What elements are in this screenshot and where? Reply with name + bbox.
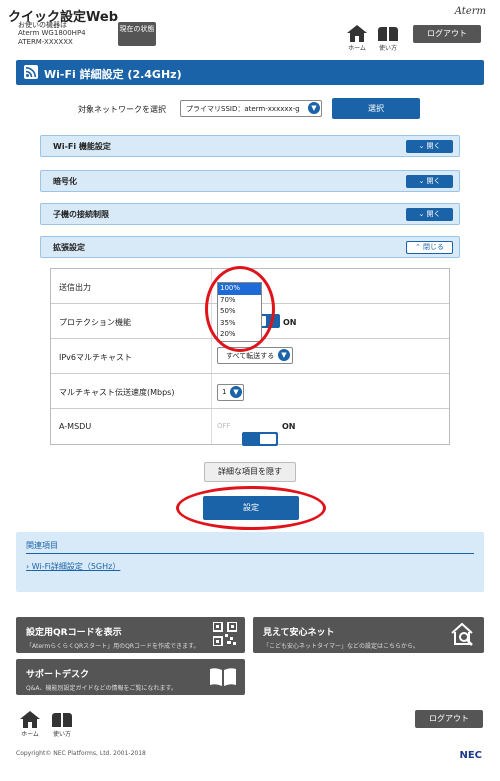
chevron-down-icon: ⌄ (418, 210, 427, 218)
book-icon (378, 25, 398, 42)
related-title: 関連項目 (26, 541, 58, 550)
page-title: Wi-Fi 詳細設定 (2.4GHz) (44, 68, 182, 81)
accordion-label: 子機の接続制限 (53, 210, 109, 219)
network-select-value: プライマリSSID：aterm-xxxxxx-g (186, 105, 300, 113)
accordion-label: 拡張設定 (53, 243, 85, 252)
chevron-down-icon: ▼ (230, 386, 242, 398)
open-button-label: 開く (426, 210, 441, 218)
accordion-label: Wi-Fi 機能設定 (53, 142, 111, 151)
logout-button[interactable]: ログアウト (413, 25, 481, 43)
related-link-5ghz[interactable]: › Wi-Fi詳細設定（5GHz） (26, 561, 120, 572)
aterm-logo: Aterm (454, 6, 486, 17)
accordion-encryption[interactable]: 暗号化 ⌄ 開く (40, 170, 460, 192)
manual-label: 使い方 (52, 731, 71, 738)
open-button[interactable]: ⌄ 開く (406, 140, 453, 153)
accordion-label: 暗号化 (53, 177, 77, 186)
close-button[interactable]: ⌃ 閉じる (406, 241, 453, 254)
amsdu-on-label: ON (282, 422, 296, 431)
home-icon (20, 711, 40, 728)
highlight-oval (176, 486, 326, 530)
tile-desc: 「こども安心ネットタイマー」などの設定はこちらから。 (263, 643, 420, 650)
chevron-down-icon: ▼ (278, 349, 290, 361)
chevron-down-icon: ⌄ (418, 177, 427, 185)
close-button-label: 閉じる (423, 243, 445, 251)
nec-logo: NEC (459, 750, 482, 761)
amsdu-off-label: OFF (217, 422, 231, 430)
network-select-label: 対象ネットワークを選択 (78, 105, 166, 114)
ipv6-multicast-label: IPv6マルチキャスト (59, 353, 133, 362)
home-search-icon (451, 622, 473, 646)
related-link-label: Wi-Fi詳細設定（5GHz） (31, 562, 121, 571)
safe-net-tile[interactable]: 見えて安心ネット 「こども安心ネットタイマー」などの設定はこちらから。 (253, 617, 484, 653)
footer-logout-button[interactable]: ログアウト (415, 710, 483, 728)
tile-title: 見えて安心ネット (263, 628, 335, 638)
protection-label: プロテクション機能 (59, 318, 131, 327)
chevron-up-icon: ⌃ (414, 243, 424, 251)
tile-desc: 「AtermらくらくQRスタート」用のQRコードを作成できます。 (26, 643, 200, 650)
multicast-rate-label: マルチキャスト伝送速度(Mbps) (59, 388, 175, 397)
footer-manual-button[interactable]: 使い方 (50, 711, 74, 738)
accordion-connection-limit[interactable]: 子機の接続制限 ⌄ 開く (40, 203, 460, 225)
home-label: ホーム (348, 45, 366, 52)
qr-code-tile[interactable]: 設定用QRコードを表示 「AtermらくらくQRスタート」用のQRコードを作成で… (16, 617, 245, 653)
home-icon (347, 25, 367, 42)
divider (26, 553, 474, 554)
tile-title: サポートデスク (26, 670, 90, 680)
table-row: マルチキャスト伝送速度(Mbps) (51, 374, 449, 409)
manual-button[interactable]: 使い方 (376, 25, 400, 52)
qr-code-icon (213, 622, 237, 646)
book-icon (52, 711, 72, 728)
network-select[interactable]: プライマリSSID：aterm-xxxxxx-g (180, 100, 322, 117)
accordion-extended[interactable]: 拡張設定 ⌃ 閉じる (40, 236, 460, 258)
open-button[interactable]: ⌄ 開く (406, 208, 453, 221)
open-button-label: 開く (426, 142, 441, 150)
device-model: Aterm WG1800HP4 (18, 29, 86, 37)
open-button[interactable]: ⌄ 開く (406, 175, 453, 188)
wifi-icon (24, 65, 38, 79)
hide-details-button[interactable]: 詳細な項目を隠す (204, 462, 296, 482)
tx-power-label: 送信出力 (59, 283, 91, 292)
tile-title: 設定用QRコードを表示 (26, 628, 122, 638)
select-network-button[interactable]: 選択 (332, 98, 420, 119)
home-button[interactable]: ホーム (345, 25, 369, 52)
chevron-down-icon[interactable]: ▼ (308, 102, 320, 114)
protection-on-label: ON (283, 318, 297, 327)
book-icon (210, 668, 236, 686)
amsdu-label: A-MSDU (59, 422, 92, 431)
device-name: ATERM-XXXXXX (18, 38, 73, 46)
current-status-button[interactable]: 現在の状態 (118, 22, 156, 46)
ipv6-multicast-value: すべて転送する (226, 352, 275, 360)
manual-label: 使い方 (378, 45, 397, 52)
highlight-circle (205, 266, 275, 352)
accordion-wifi-function[interactable]: Wi-Fi 機能設定 ⌄ 開く (40, 135, 460, 157)
amsdu-toggle[interactable] (242, 432, 278, 446)
support-desk-tile[interactable]: サポートデスク Q&A、機能別設定ガイドなどの情報をご覧になれます。 (16, 659, 245, 695)
open-button-label: 開く (426, 177, 441, 185)
home-label: ホーム (21, 731, 39, 738)
tile-desc: Q&A、機能別設定ガイドなどの情報をご覧になれます。 (26, 685, 177, 692)
chevron-down-icon: ⌄ (418, 142, 427, 150)
multicast-rate-value: 1 (222, 388, 227, 396)
footer-home-button[interactable]: ホーム (18, 711, 42, 738)
copyright: Copyright© NEC Platforms, Ltd. 2001-2018 (16, 750, 146, 757)
